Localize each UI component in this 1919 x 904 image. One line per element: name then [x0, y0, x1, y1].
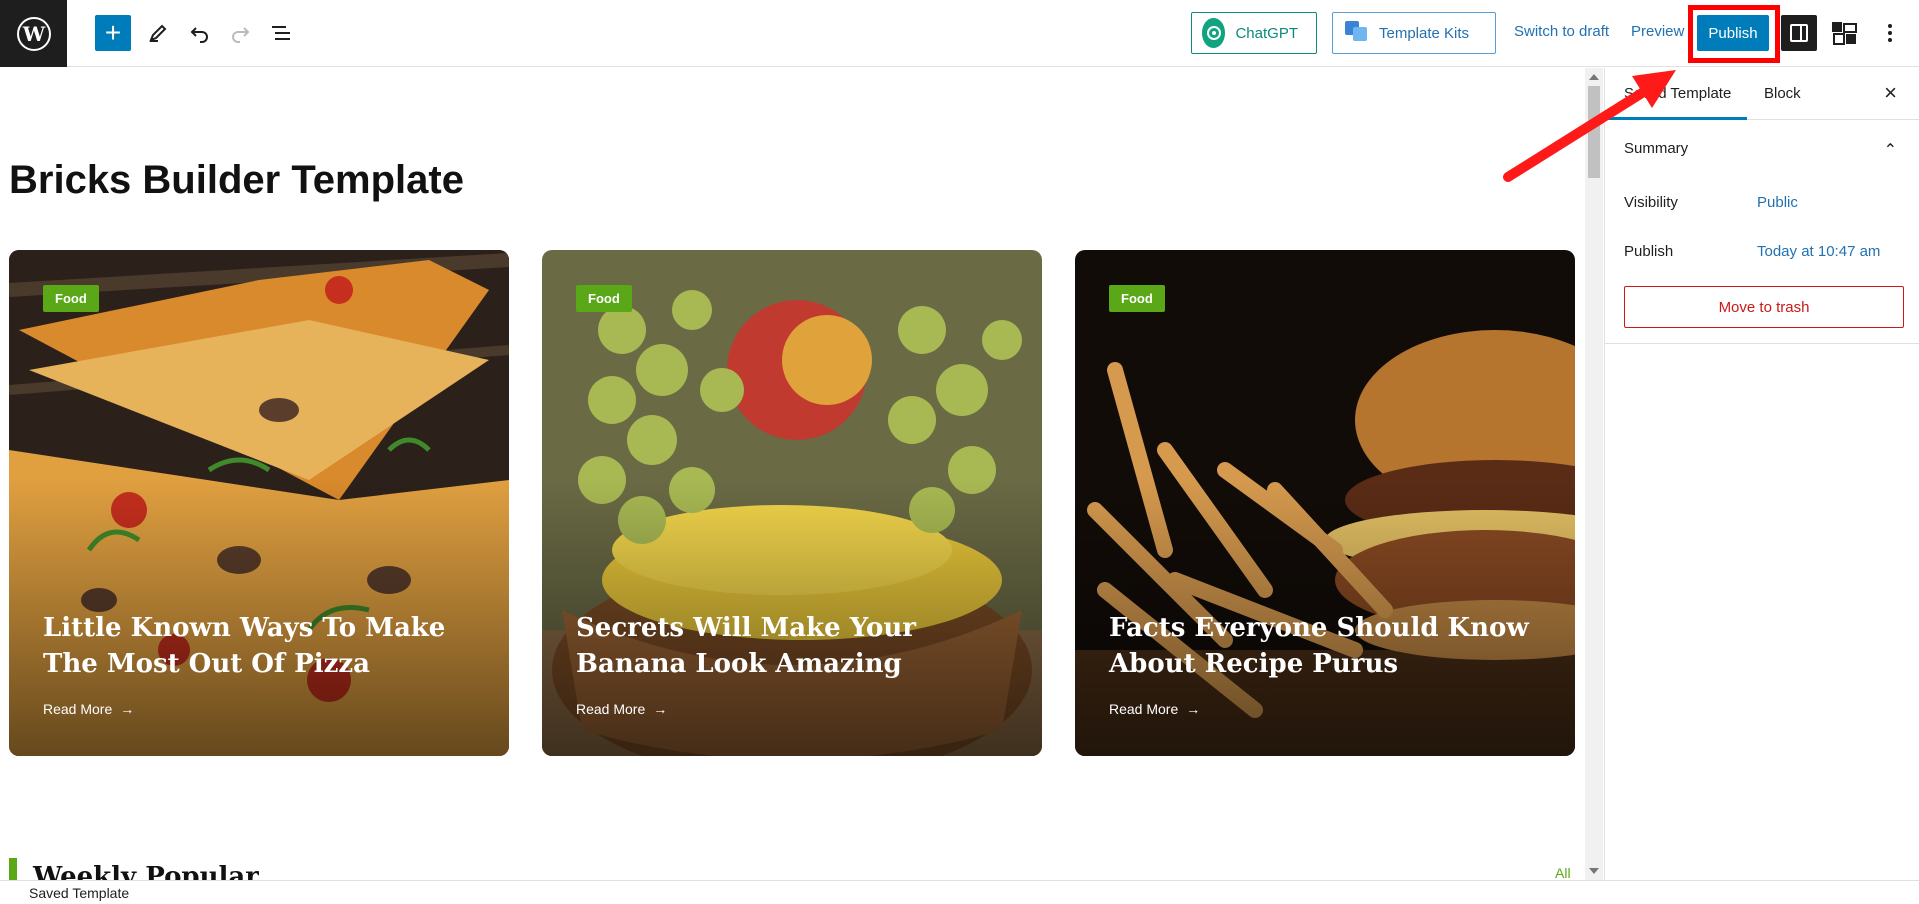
publish-button[interactable]: Publish — [1697, 15, 1769, 51]
card-title[interactable]: Little Known Ways To Make The Most Out O… — [43, 610, 473, 682]
visibility-label: Visibility — [1624, 194, 1678, 211]
publish-date-value[interactable]: Today at 10:47 am — [1757, 243, 1880, 260]
post-card[interactable]: Food Facts Everyone Should Know About Re… — [1075, 250, 1575, 756]
scroll-up-arrow-icon[interactable] — [1589, 74, 1599, 80]
page-title[interactable]: Bricks Builder Template — [9, 158, 464, 203]
read-more-link[interactable]: Read More → — [576, 701, 667, 717]
arrow-right-icon: → — [120, 701, 135, 717]
switch-to-draft-button[interactable]: Switch to draft — [1514, 23, 1609, 40]
post-card[interactable]: Food Secrets Will Make Your Banana Look … — [542, 250, 1042, 756]
active-tab-indicator — [1605, 117, 1747, 120]
tab-block[interactable]: Block — [1764, 85, 1801, 102]
preview-button[interactable]: Preview — [1631, 23, 1684, 40]
visibility-value[interactable]: Public — [1757, 194, 1798, 211]
category-badge[interactable]: Food — [43, 285, 99, 312]
divider — [1605, 343, 1919, 344]
scroll-thumb[interactable] — [1588, 86, 1600, 178]
read-more-label: Read More — [43, 701, 113, 717]
category-badge[interactable]: Food — [576, 285, 632, 312]
publish-date-label: Publish — [1624, 243, 1674, 260]
read-more-label: Read More — [576, 701, 646, 717]
template-kits-button[interactable]: Template Kits — [1332, 12, 1496, 54]
wordpress-logo-icon[interactable]: W — [0, 0, 67, 67]
plugin-blocks-icon[interactable] — [1826, 15, 1862, 51]
chatgpt-icon — [1202, 18, 1226, 48]
breadcrumb[interactable]: Saved Template — [29, 885, 129, 901]
redo-icon[interactable] — [222, 15, 258, 51]
add-block-button[interactable]: + — [95, 15, 131, 51]
canvas-scrollbar[interactable] — [1585, 68, 1603, 880]
template-kits-icon — [1343, 19, 1369, 47]
template-kits-label: Template Kits — [1379, 24, 1470, 42]
undo-icon[interactable] — [182, 15, 218, 51]
read-more-label: Read More — [1109, 701, 1179, 717]
editor-footer: Saved Template — [0, 880, 1919, 904]
read-more-link[interactable]: Read More → — [1109, 701, 1200, 717]
card-title[interactable]: Secrets Will Make Your Banana Look Amazi… — [576, 610, 1006, 682]
all-link[interactable]: All — [1555, 865, 1571, 880]
tab-saved-template[interactable]: Saved Template — [1624, 85, 1731, 102]
move-to-trash-button[interactable]: Move to trash — [1624, 286, 1904, 328]
sidebar-tabs: Saved Template Block × — [1605, 68, 1919, 120]
options-kebab-icon[interactable] — [1872, 15, 1908, 51]
chevron-up-icon[interactable]: ⌃ — [1884, 140, 1897, 160]
category-badge[interactable]: Food — [1109, 285, 1165, 312]
tools-pen-icon[interactable] — [140, 15, 176, 51]
document-overview-icon[interactable] — [263, 15, 299, 51]
close-icon[interactable]: × — [1884, 80, 1897, 106]
scroll-down-arrow-icon[interactable] — [1589, 868, 1599, 874]
settings-sidebar: Saved Template Block × Summary ⌃ Visibil… — [1604, 68, 1919, 880]
svg-text:W: W — [21, 22, 45, 46]
arrow-right-icon: → — [1186, 701, 1201, 717]
settings-sidebar-toggle-icon[interactable] — [1781, 15, 1817, 51]
arrow-right-icon: → — [653, 701, 668, 717]
chatgpt-button[interactable]: ChatGPT — [1191, 12, 1317, 54]
editor-canvas[interactable]: Bricks Builder Template Food Little Know — [0, 68, 1585, 880]
chatgpt-label: ChatGPT — [1235, 24, 1298, 42]
read-more-link[interactable]: Read More → — [43, 701, 134, 717]
editor-toolbar: W + ChatGPT Template Kits Switch to draf… — [0, 0, 1919, 67]
post-card[interactable]: Food Little Known Ways To Make The Most … — [9, 250, 509, 756]
section-heading[interactable]: Weekly Popular — [9, 858, 259, 880]
card-title[interactable]: Facts Everyone Should Know About Recipe … — [1109, 610, 1539, 682]
summary-panel-title[interactable]: Summary — [1624, 140, 1688, 157]
